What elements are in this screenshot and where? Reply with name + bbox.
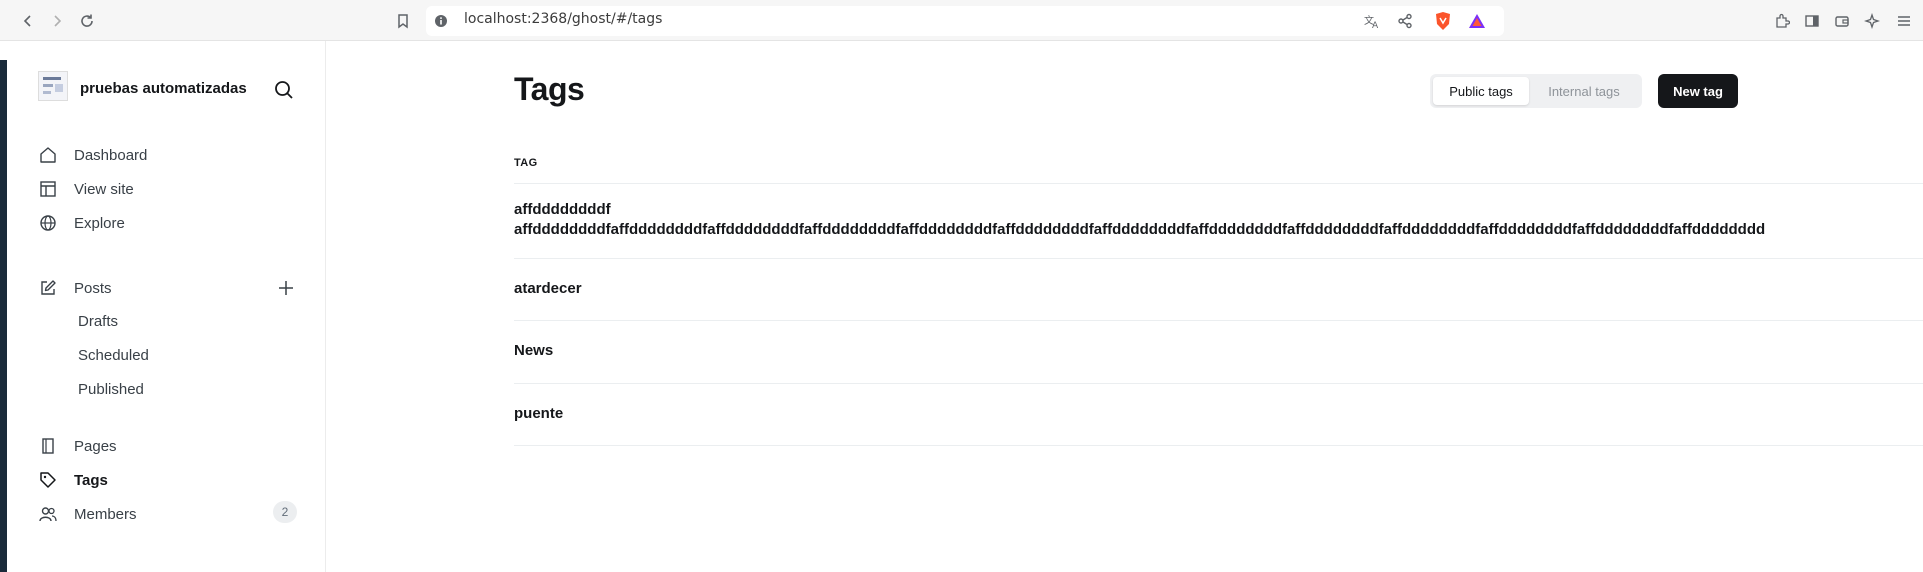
sidebar-item-drafts[interactable]: Drafts (78, 313, 118, 330)
tag-row-name[interactable]: News (514, 342, 553, 359)
sidebar: pruebas automatizadas Dashboard View sit… (7, 41, 326, 572)
browser-toolbar: localhost:2368/ghost/#/tags 文A (0, 0, 1923, 41)
search-icon[interactable] (271, 77, 297, 103)
site-title[interactable]: pruebas automatizadas (80, 80, 247, 97)
sidebar-toggle-icon[interactable] (1801, 10, 1823, 32)
sidebar-item-dashboard[interactable]: Dashboard (38, 143, 147, 167)
sidebar-item-label: Tags (74, 471, 108, 489)
brave-rewards-icon[interactable] (1466, 10, 1488, 32)
divider (514, 320, 1923, 321)
members-count-badge: 2 (273, 501, 297, 523)
divider (514, 258, 1923, 259)
globe-icon (38, 213, 58, 233)
sidebar-item-members[interactable]: Members (38, 502, 137, 526)
page-title: Tags (514, 71, 585, 107)
tag-row-name[interactable]: puente (514, 405, 563, 422)
home-icon (38, 145, 58, 165)
tag-row-name[interactable]: affddddddddf (514, 201, 611, 218)
pages-icon (38, 436, 58, 456)
column-header-tag: TAG (514, 157, 538, 169)
divider (514, 445, 1923, 446)
svg-text:A: A (1372, 21, 1379, 29)
tab-public-tags[interactable]: Public tags (1433, 77, 1529, 105)
sidebar-item-label: Pages (74, 437, 117, 455)
site-info-icon[interactable] (430, 10, 452, 32)
window-edge (0, 60, 7, 572)
sidebar-item-explore[interactable]: Explore (38, 211, 125, 235)
sidebar-item-posts[interactable]: Posts (38, 276, 112, 300)
members-icon (38, 504, 58, 524)
edit-icon (38, 278, 58, 298)
reload-icon[interactable] (76, 10, 98, 32)
menu-icon[interactable] (1893, 10, 1915, 32)
extensions-icon[interactable] (1771, 10, 1793, 32)
tag-row-description[interactable]: affddddddddfaffddddddddfaffddddddddfaffd… (514, 221, 1765, 238)
new-tag-button[interactable]: New tag (1658, 74, 1738, 108)
sidebar-item-label: Explore (74, 214, 125, 232)
sidebar-item-label: View site (74, 180, 134, 198)
tag-type-toggle: Public tags Internal tags (1430, 74, 1642, 108)
divider (514, 183, 1923, 184)
back-icon[interactable] (17, 10, 39, 32)
site-logo[interactable] (38, 71, 68, 101)
brave-shield-icon[interactable] (1432, 10, 1454, 32)
sidebar-item-pages[interactable]: Pages (38, 434, 117, 458)
url-text[interactable]: localhost:2368/ghost/#/tags (464, 11, 662, 27)
leo-ai-icon[interactable] (1861, 10, 1883, 32)
tab-internal-tags[interactable]: Internal tags (1530, 77, 1638, 105)
divider (514, 383, 1923, 384)
sidebar-item-label: Posts (74, 279, 112, 297)
translate-icon[interactable]: 文A (1361, 10, 1383, 32)
share-icon[interactable] (1394, 10, 1416, 32)
tag-row-name[interactable]: atardecer (514, 280, 582, 297)
new-post-plus-icon[interactable] (275, 277, 297, 299)
tag-icon (38, 470, 58, 490)
layout-icon (38, 179, 58, 199)
sidebar-item-label: Dashboard (74, 146, 148, 164)
sidebar-item-published[interactable]: Published (78, 381, 144, 398)
forward-icon[interactable] (46, 10, 68, 32)
sidebar-item-scheduled[interactable]: Scheduled (78, 347, 149, 364)
wallet-icon[interactable] (1831, 10, 1853, 32)
sidebar-item-view-site[interactable]: View site (38, 177, 134, 201)
sidebar-item-label: Members (74, 505, 137, 523)
sidebar-item-tags[interactable]: Tags (38, 468, 108, 492)
bookmark-icon[interactable] (392, 10, 414, 32)
